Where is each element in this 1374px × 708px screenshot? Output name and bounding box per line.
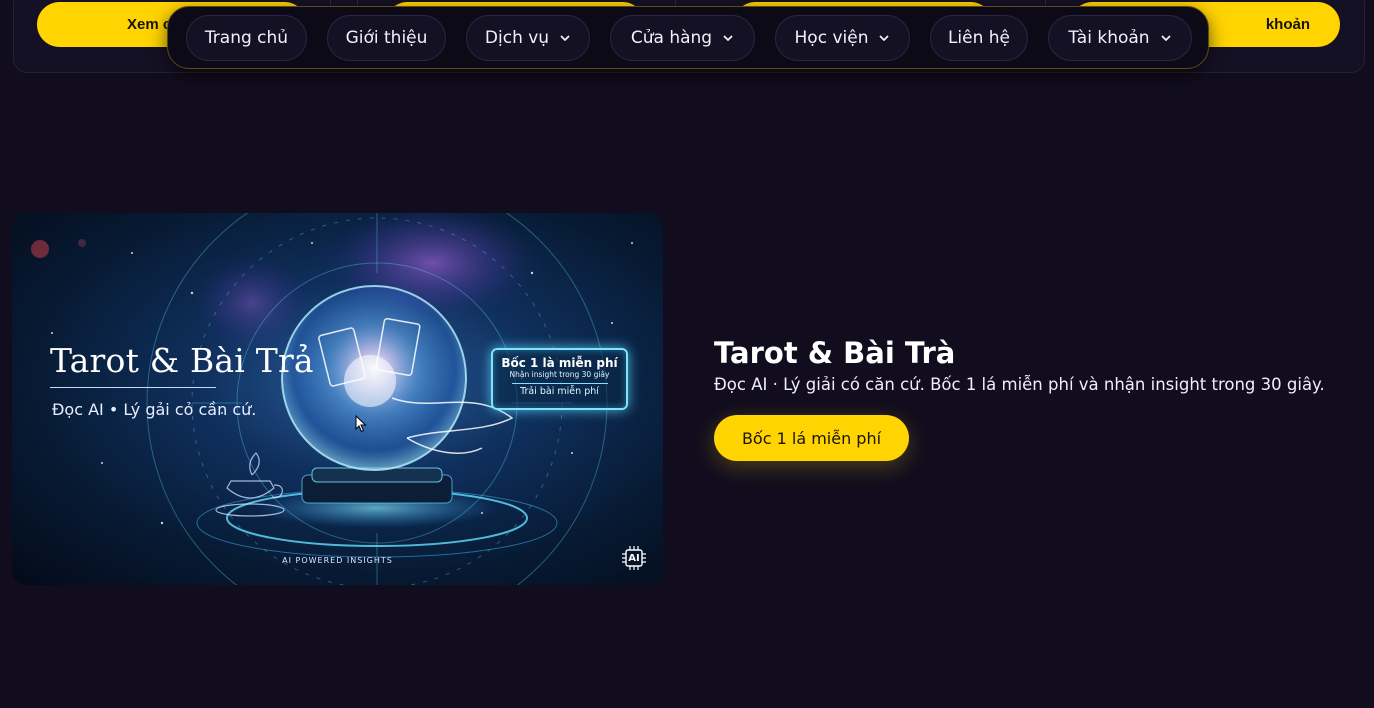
- nav-item-hoc-vien[interactable]: Học viện: [775, 15, 910, 61]
- mouse-cursor-icon: [355, 414, 367, 437]
- tarot-banner-image: Tarot & Bài Trả Đọc AI • Lý gải cỏ cần c…: [12, 213, 663, 585]
- ai-chip-label: AI: [628, 552, 640, 564]
- nav-item-gioi-thieu[interactable]: Giới thiệu: [327, 15, 446, 61]
- image-title: Tarot & Bài Trả: [50, 341, 314, 380]
- draw-free-card-button[interactable]: Bốc 1 lá miễn phí: [714, 415, 909, 461]
- hero-title: Tarot & Bài Trà: [714, 336, 956, 370]
- header-view-button-label: Xem c: [127, 16, 172, 33]
- nav-item-trang-chu[interactable]: Trang chủ: [186, 15, 307, 61]
- hero-description: Đọc AI · Lý giải có căn cứ. Bốc 1 lá miễ…: [714, 375, 1325, 394]
- chevron-down-icon: [722, 32, 734, 44]
- image-footer-text: AI POWERED INSIGHTS: [282, 556, 393, 565]
- nav-item-label: Trang chủ: [204, 28, 289, 48]
- nav-item-label: Học viện: [794, 28, 869, 48]
- nav-item-label: Dịch vụ: [484, 28, 550, 48]
- nav-item-cua-hang[interactable]: Cửa hàng: [610, 15, 755, 61]
- image-badge-note: Trải bài miễn phí: [520, 386, 599, 397]
- image-subtitle: Đọc AI • Lý gải cỏ cần cứ.: [52, 400, 257, 419]
- image-title-underline: [50, 387, 216, 388]
- nav-item-dich-vu[interactable]: Dịch vụ: [466, 15, 590, 61]
- header-account-button-label: khoản: [1265, 16, 1310, 33]
- nav-item-lien-he[interactable]: Liên hệ: [930, 15, 1028, 61]
- main-nav: Trang chủ Giới thiệu Dịch vụ Cửa hàng Họ…: [167, 6, 1209, 69]
- image-offer-badge: Bốc 1 là miễn phí Nhận insight trong 30 …: [491, 348, 628, 410]
- nav-item-label: Liên hệ: [947, 28, 1011, 48]
- nav-item-label: Cửa hàng: [630, 28, 713, 48]
- image-badge-divider: [511, 383, 608, 384]
- chevron-down-icon: [1160, 32, 1172, 44]
- nav-item-label: Tài khoản: [1068, 28, 1150, 48]
- nav-item-label: Giới thiệu: [345, 28, 428, 48]
- image-badge-subtitle: Nhận insight trong 30 giây: [509, 370, 610, 379]
- chevron-down-icon: [559, 32, 571, 44]
- image-badge-title: Bốc 1 là miễn phí: [501, 356, 618, 370]
- nav-item-tai-khoan[interactable]: Tài khoản: [1048, 15, 1192, 61]
- ai-chip-icon: AI: [621, 545, 647, 571]
- chevron-down-icon: [878, 32, 890, 44]
